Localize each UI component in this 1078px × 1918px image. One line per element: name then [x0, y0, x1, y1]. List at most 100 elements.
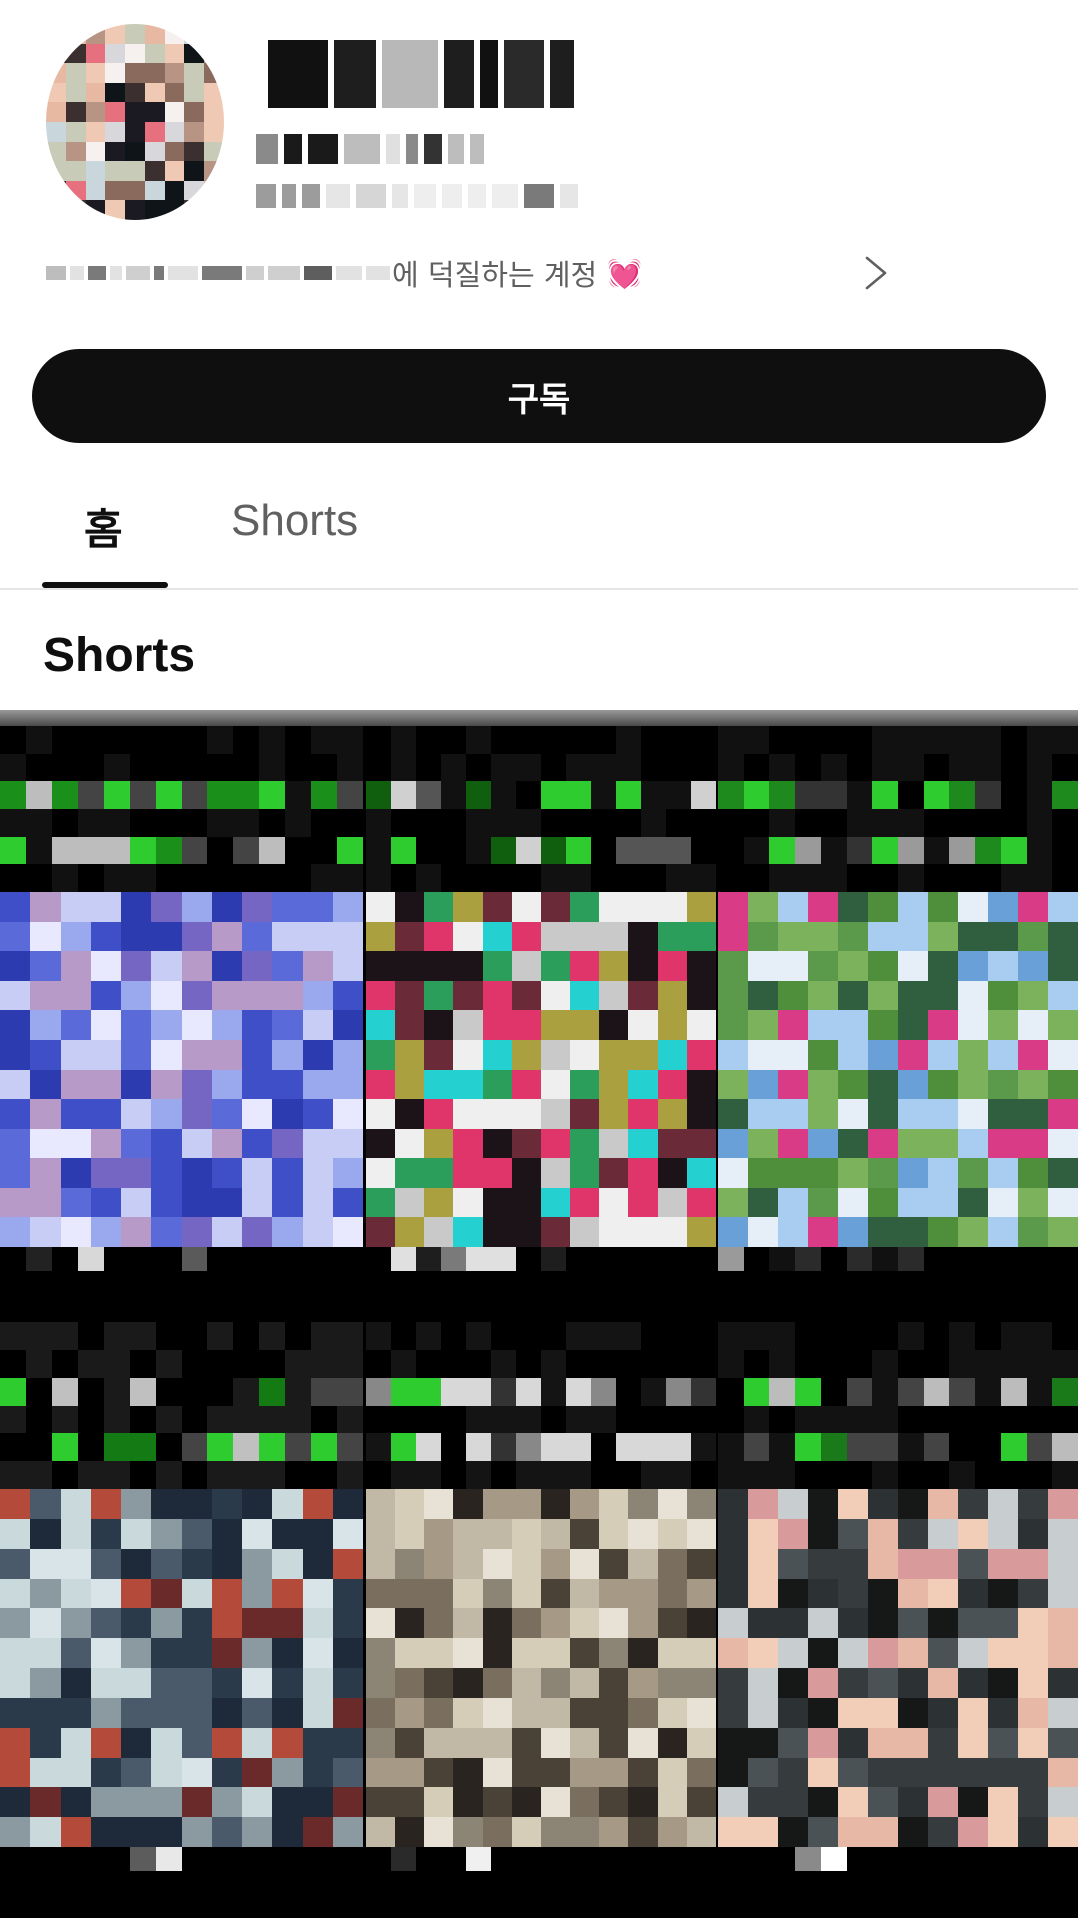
tab-shorts[interactable]: Shorts [231, 496, 358, 546]
short-card[interactable] [0, 1322, 363, 1918]
short-card[interactable] [366, 1322, 716, 1918]
pixel [795, 1461, 821, 1489]
pixel [302, 921, 333, 952]
short-card[interactable] [718, 1322, 1078, 1918]
pixel [923, 1322, 950, 1350]
pixel [795, 864, 821, 892]
pixel [25, 808, 52, 837]
pixel [1018, 1578, 1048, 1609]
pixel [424, 921, 454, 952]
pixel [155, 1247, 182, 1271]
pixel [416, 1461, 441, 1489]
short-card[interactable] [718, 726, 1078, 1318]
pixel [778, 892, 808, 922]
pixel [366, 1638, 396, 1668]
pixel [121, 1128, 152, 1159]
pixel [820, 1405, 847, 1434]
pixel [570, 1668, 600, 1698]
pixel [424, 980, 454, 1011]
pixel [337, 1349, 363, 1378]
pixel [516, 781, 541, 809]
subscribe-button[interactable]: 구독 [32, 349, 1046, 443]
description-redacted [46, 262, 390, 284]
pixel [242, 1128, 273, 1159]
pixel [30, 980, 61, 1011]
pixel [77, 753, 104, 782]
pixel [795, 1349, 821, 1378]
pixel [424, 1217, 454, 1247]
pixel [51, 1405, 78, 1434]
pixel [846, 1349, 873, 1378]
pixel [1048, 1757, 1078, 1788]
pixel [211, 1217, 242, 1247]
pixel [337, 1270, 363, 1295]
redacted-glyph [356, 184, 386, 208]
short-card[interactable] [366, 726, 716, 1318]
pixel [129, 1377, 156, 1406]
pixel [272, 951, 303, 981]
pixel [366, 1377, 391, 1406]
pixel [769, 864, 796, 892]
pixel [181, 1187, 212, 1218]
pixel [868, 1727, 898, 1758]
pixel [155, 753, 182, 782]
pixel [272, 892, 303, 922]
pixel [566, 1461, 591, 1489]
avatar-pixel [184, 24, 205, 44]
pixel [743, 1847, 770, 1871]
pixel [778, 1069, 808, 1100]
pixel [718, 1578, 748, 1609]
pixel [872, 1847, 898, 1871]
pixel [366, 1217, 396, 1247]
pixel [872, 1247, 898, 1271]
chevron-right-icon[interactable] [861, 252, 891, 294]
avatar-pixel [125, 82, 145, 103]
pixel [395, 1787, 425, 1818]
pixel [60, 1787, 91, 1818]
pixel [90, 1638, 121, 1668]
pixel [1048, 1668, 1078, 1698]
pixel [181, 1010, 212, 1040]
pixel [1026, 836, 1053, 865]
pixel [121, 951, 152, 981]
pixel [272, 1817, 303, 1847]
pixel [181, 1870, 208, 1895]
pixel [686, 1069, 716, 1100]
tab-home[interactable]: 홈 [84, 496, 123, 557]
pixel [181, 1608, 212, 1639]
pixel [181, 1817, 212, 1847]
avatar-pixel [85, 122, 106, 142]
pixel [1018, 1187, 1048, 1218]
pixel [641, 808, 666, 837]
pixel [748, 1608, 778, 1639]
avatar-pixel [204, 161, 224, 181]
pixel [868, 1099, 898, 1129]
pixel [872, 1270, 898, 1295]
pixel [641, 864, 666, 892]
pixel [718, 1039, 748, 1070]
pixel [540, 1548, 571, 1579]
pixel [718, 1870, 744, 1895]
pixel [975, 836, 1001, 865]
pixel [242, 1518, 273, 1549]
pixel [923, 726, 950, 754]
pixel [616, 1847, 641, 1871]
pixel [846, 1870, 873, 1895]
pixel [641, 726, 666, 754]
pixel [337, 1247, 363, 1271]
pixel [1000, 1847, 1027, 1871]
pixel [686, 1757, 716, 1788]
pixel [155, 1349, 182, 1378]
pixel [491, 1247, 516, 1271]
pixel [1026, 1322, 1053, 1350]
pixel [30, 1697, 61, 1728]
channel-description[interactable]: 에 덕질하는 계정 💓 [46, 252, 887, 294]
pixel [897, 1894, 924, 1918]
redacted-glyph [448, 134, 464, 164]
short-card[interactable] [0, 726, 363, 1318]
pixel [60, 892, 91, 922]
channel-avatar[interactable] [46, 24, 224, 220]
pixel [1048, 1069, 1078, 1100]
channel-handle [256, 134, 484, 164]
avatar-pixel [65, 43, 86, 64]
